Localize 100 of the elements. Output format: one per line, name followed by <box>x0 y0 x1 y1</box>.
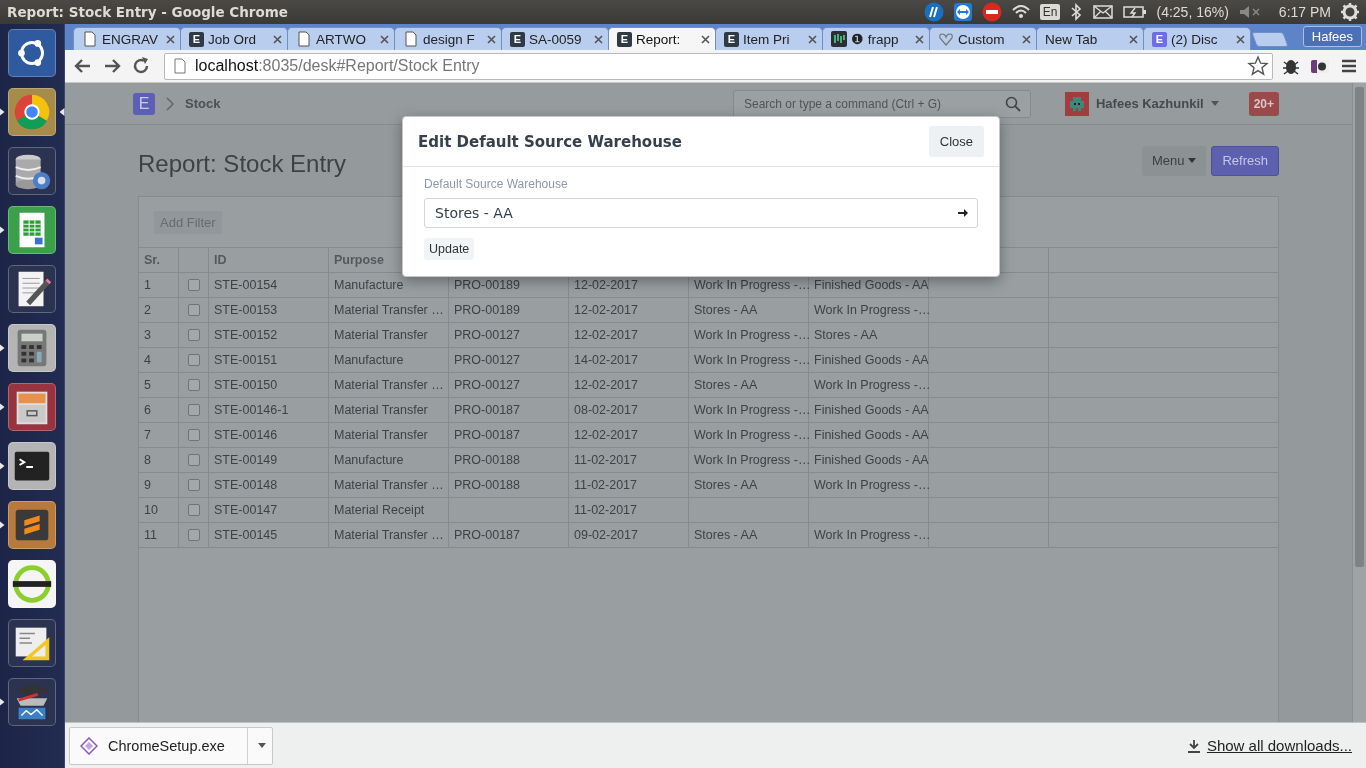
browser-tab[interactable]: E Report: <box>608 27 716 50</box>
calculator-icon[interactable] <box>8 324 56 372</box>
page-title: Report: Stock Entry <box>138 149 347 178</box>
table-cell: STE-00146-1 <box>209 398 329 422</box>
table-cell: Manufacture <box>329 448 449 472</box>
caret-icon <box>1210 100 1219 107</box>
close-icon[interactable] <box>915 34 924 44</box>
close-icon[interactable] <box>701 34 710 44</box>
arrows-icon[interactable] <box>952 2 973 22</box>
browser-tab[interactable]: Custom <box>929 27 1037 50</box>
table-cell: Work In Progress -… <box>689 423 809 447</box>
browser-tab[interactable]: New Tab <box>1036 27 1144 50</box>
checkbox[interactable] <box>187 429 200 441</box>
favicon: E <box>724 31 739 47</box>
address-bar[interactable]: localhost:8035/desk#Report/Stock Entry <box>164 52 1273 80</box>
notepad-icon[interactable] <box>8 265 56 313</box>
checkbox[interactable] <box>187 304 200 316</box>
table-cell: 11-02-2017 <box>569 473 689 497</box>
checkbox[interactable] <box>187 379 200 391</box>
close-icon[interactable] <box>380 34 389 44</box>
avatar-icon <box>1065 91 1089 116</box>
show-all-downloads-link[interactable]: Show all downloads... <box>1206 737 1352 754</box>
bluetooth-icon[interactable] <box>1069 2 1084 22</box>
table-cell: 11-02-2017 <box>569 498 689 522</box>
checkbox[interactable] <box>187 354 200 366</box>
browser-icon[interactable] <box>8 88 56 136</box>
table-cell: Work In Progress -… <box>809 473 929 497</box>
table-cell: PRO-00188 <box>449 473 569 497</box>
table-cell: Stores - AA <box>689 473 809 497</box>
checkbox[interactable] <box>187 454 200 466</box>
close-icon[interactable] <box>1236 34 1245 44</box>
terminal-icon[interactable] <box>8 442 56 490</box>
browser-tab[interactable]: E SA-0059 <box>501 27 609 50</box>
table-cell: Finished Goods - AA <box>809 448 929 472</box>
table-cell: Work In Progress -… <box>809 298 929 322</box>
table-cell: PRO-00187 <box>449 423 569 447</box>
table-cell: Material Transfer … <box>329 473 449 497</box>
checkbox[interactable] <box>187 329 200 341</box>
code-editor-icon[interactable] <box>8 501 56 549</box>
close-icon[interactable] <box>273 34 282 44</box>
checkbox[interactable] <box>187 279 200 291</box>
table-cell: 10 <box>139 498 179 522</box>
checkbox[interactable] <box>187 529 200 541</box>
table-cell: STE-00148 <box>209 473 329 497</box>
input-field[interactable]: Stores - AA <box>424 198 978 228</box>
table-cell: Work In Progress -… <box>689 323 809 347</box>
window-title: Report: Stock Entry - Google Chrome <box>7 4 289 20</box>
close-icon[interactable] <box>594 34 603 44</box>
database-icon[interactable] <box>8 147 56 195</box>
browser-tab[interactable]: design F <box>394 27 502 50</box>
table-cell: 11 <box>139 523 179 547</box>
logo-icon[interactable] <box>923 2 944 22</box>
table-cell: PRO-00187 <box>449 523 569 547</box>
battery-status[interactable]: (4:25, 16%) <box>1156 4 1229 20</box>
file-cabinet-icon[interactable] <box>8 383 56 431</box>
stacked-apps-icon[interactable] <box>8 678 56 726</box>
close-icon[interactable] <box>1022 34 1031 44</box>
checkbox[interactable] <box>187 504 200 516</box>
drafting-icon[interactable] <box>8 619 56 667</box>
browser-tab[interactable]: E (2) Disc <box>1143 27 1251 50</box>
table-cell: 7 <box>139 423 179 447</box>
close-icon[interactable] <box>166 34 175 44</box>
favicon: E <box>189 31 204 47</box>
table-cell: Work In Progress -… <box>809 523 929 547</box>
download-item[interactable]: ChromeSetup.exe <box>69 726 273 765</box>
ring-icon[interactable] <box>8 560 56 608</box>
favicon: E <box>617 31 632 47</box>
profile-button[interactable]: Hafees <box>1302 26 1362 47</box>
browser-tab[interactable]: E Job Ord <box>180 27 288 50</box>
close-icon[interactable] <box>1129 34 1138 44</box>
chevron-icon <box>165 96 175 111</box>
close-icon[interactable] <box>487 34 496 44</box>
checkbox[interactable] <box>187 479 200 491</box>
keyboard-layout-indicator[interactable]: En <box>1039 4 1061 20</box>
arrow-right-icon[interactable] <box>957 207 969 219</box>
checkbox[interactable] <box>187 404 200 416</box>
close-icon[interactable] <box>808 34 817 44</box>
browser-tab[interactable]: ARTWO <box>287 27 395 50</box>
table-cell: Finished Goods - AA <box>809 348 929 372</box>
close-button[interactable]: Close <box>928 126 984 157</box>
browser-tab[interactable]: ❶ frapp <box>822 27 930 50</box>
mail-icon[interactable] <box>1092 2 1115 22</box>
notification-count[interactable]: 20+ <box>1248 91 1279 116</box>
table-cell: PRO-00127 <box>449 348 569 372</box>
page-icon <box>296 31 312 47</box>
clock[interactable]: 6:17 PM <box>1278 4 1331 20</box>
update-button[interactable]: Update <box>424 238 475 260</box>
table-cell: 09-02-2017 <box>569 523 689 547</box>
scrollbar[interactable] <box>1352 83 1366 722</box>
spreadsheet-icon[interactable] <box>8 206 56 254</box>
caret-icon[interactable] <box>258 742 266 749</box>
logo-icon[interactable] <box>8 29 56 77</box>
search-field[interactable]: Search or type a command (Ctrl + G) <box>733 89 1031 118</box>
table-cell: STE-00149 <box>209 448 329 472</box>
no-entry-icon[interactable] <box>981 2 1002 22</box>
browser-tab[interactable]: ENGRAV <box>73 27 181 50</box>
star-icon[interactable] <box>1247 55 1269 77</box>
field-label: Default Source Warehouse <box>424 177 569 191</box>
gear-icon[interactable] <box>1340 2 1360 22</box>
browser-tab[interactable]: E Item Pri <box>715 27 823 50</box>
